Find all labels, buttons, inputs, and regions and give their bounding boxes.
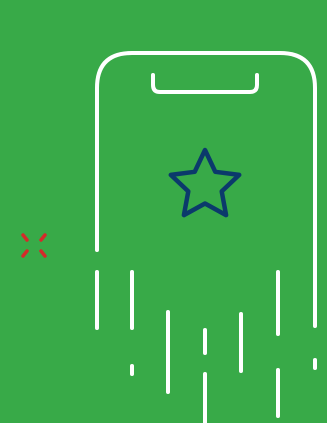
phone-star-illustration — [21, 51, 317, 423]
illustration-scene — [0, 0, 327, 423]
speed-lines — [95, 270, 317, 423]
phone-notch — [151, 73, 259, 94]
star-icon — [168, 147, 242, 218]
sparkle-icon — [21, 233, 47, 258]
